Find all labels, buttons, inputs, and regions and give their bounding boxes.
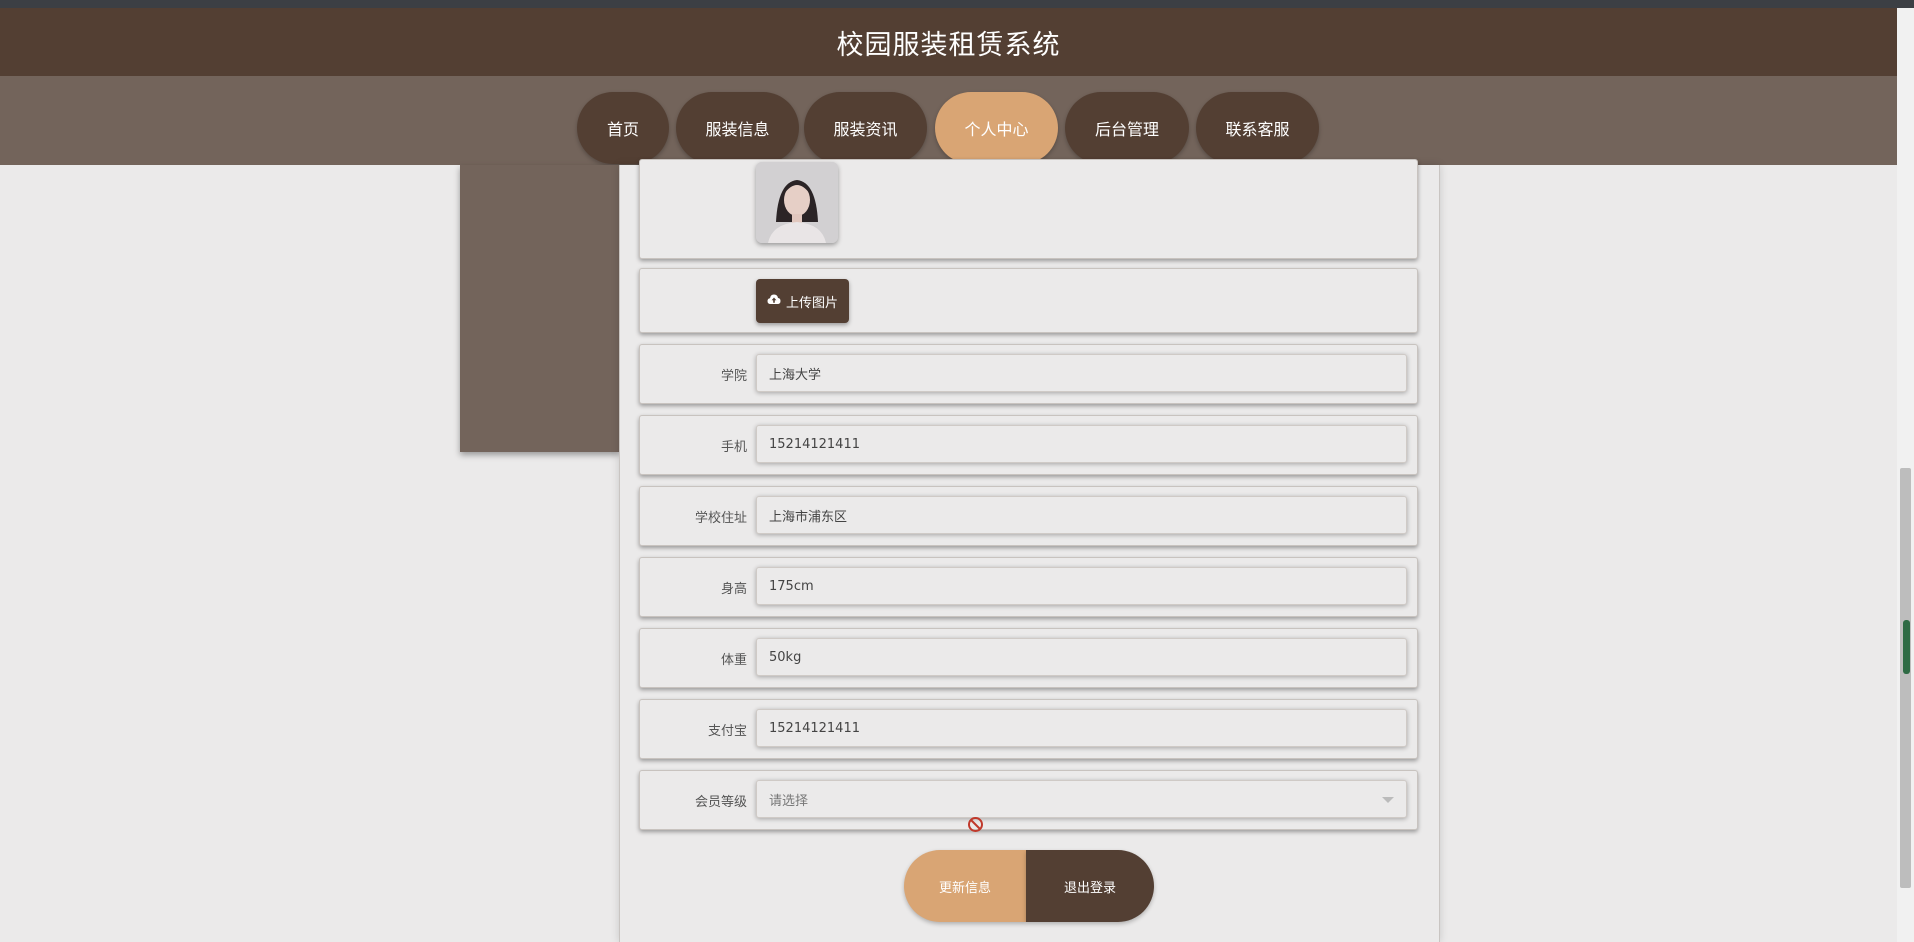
profile-form-card: 上传图片 学院 上海大学 手机 15214121411 学校住址 上海市浦东区 … — [619, 159, 1440, 942]
member-level-label: 会员等级 — [694, 794, 747, 810]
chevron-down-icon — [1382, 797, 1394, 803]
form-actions: 更新信息 退出登录 — [904, 850, 1154, 922]
upload-image-label: 上传图片 — [785, 295, 838, 311]
site-header: 校园服装租赁系统 — [0, 8, 1897, 76]
phone-label: 手机 — [720, 439, 747, 455]
phone-row: 手机 15214121411 — [639, 415, 1418, 475]
member-level-row: 会员等级 请选择 — [639, 770, 1418, 830]
alipay-label: 支付宝 — [707, 723, 747, 739]
page-scrollbar[interactable] — [1897, 8, 1914, 942]
alipay-field[interactable]: 15214121411 — [756, 709, 1407, 747]
weight-field[interactable]: 50kg — [756, 638, 1407, 676]
member-level-select[interactable]: 请选择 — [756, 780, 1407, 818]
logout-button[interactable]: 退出登录 — [1026, 850, 1154, 922]
nav-clothing-news[interactable]: 服装资讯 — [804, 92, 927, 164]
nav-customer-service[interactable]: 联系客服 — [1196, 92, 1319, 164]
avatar — [756, 162, 838, 243]
browser-top-strip — [0, 0, 1914, 8]
update-info-button[interactable]: 更新信息 — [904, 850, 1026, 922]
site-title: 校园服装租赁系统 — [836, 29, 1061, 61]
alipay-row: 支付宝 15214121411 — [639, 699, 1418, 759]
nav-home[interactable]: 首页 — [577, 92, 669, 164]
college-label: 学院 — [720, 368, 747, 384]
school-address-field[interactable]: 上海市浦东区 — [756, 496, 1407, 534]
weight-row: 体重 50kg — [639, 628, 1418, 688]
height-field[interactable]: 175cm — [756, 567, 1407, 605]
college-field[interactable]: 上海大学 — [756, 354, 1407, 392]
not-allowed-cursor-icon — [967, 816, 984, 833]
weight-label: 体重 — [720, 652, 747, 668]
nav-admin[interactable]: 后台管理 — [1065, 92, 1189, 164]
phone-field[interactable]: 15214121411 — [756, 425, 1407, 463]
member-level-placeholder: 请选择 — [769, 793, 809, 809]
school-address-label: 学校住址 — [694, 510, 747, 526]
avatar-row — [639, 159, 1418, 259]
upload-row: 上传图片 — [639, 268, 1418, 333]
school-address-row: 学校住址 上海市浦东区 — [639, 486, 1418, 546]
nav-personal-center[interactable]: 个人中心 — [935, 92, 1058, 164]
height-row: 身高 175cm — [639, 557, 1418, 617]
scroll-indicator — [1903, 620, 1910, 674]
sidebar-panel — [460, 165, 620, 452]
cloud-upload-icon — [767, 293, 781, 309]
college-row: 学院 上海大学 — [639, 344, 1418, 404]
height-label: 身高 — [720, 581, 747, 597]
upload-image-button[interactable]: 上传图片 — [756, 279, 849, 323]
scrollbar-thumb[interactable] — [1900, 468, 1911, 888]
main-nav: 首页 服装信息 服装资讯 个人中心 后台管理 联系客服 — [0, 76, 1897, 165]
nav-clothing-info[interactable]: 服装信息 — [676, 92, 799, 164]
